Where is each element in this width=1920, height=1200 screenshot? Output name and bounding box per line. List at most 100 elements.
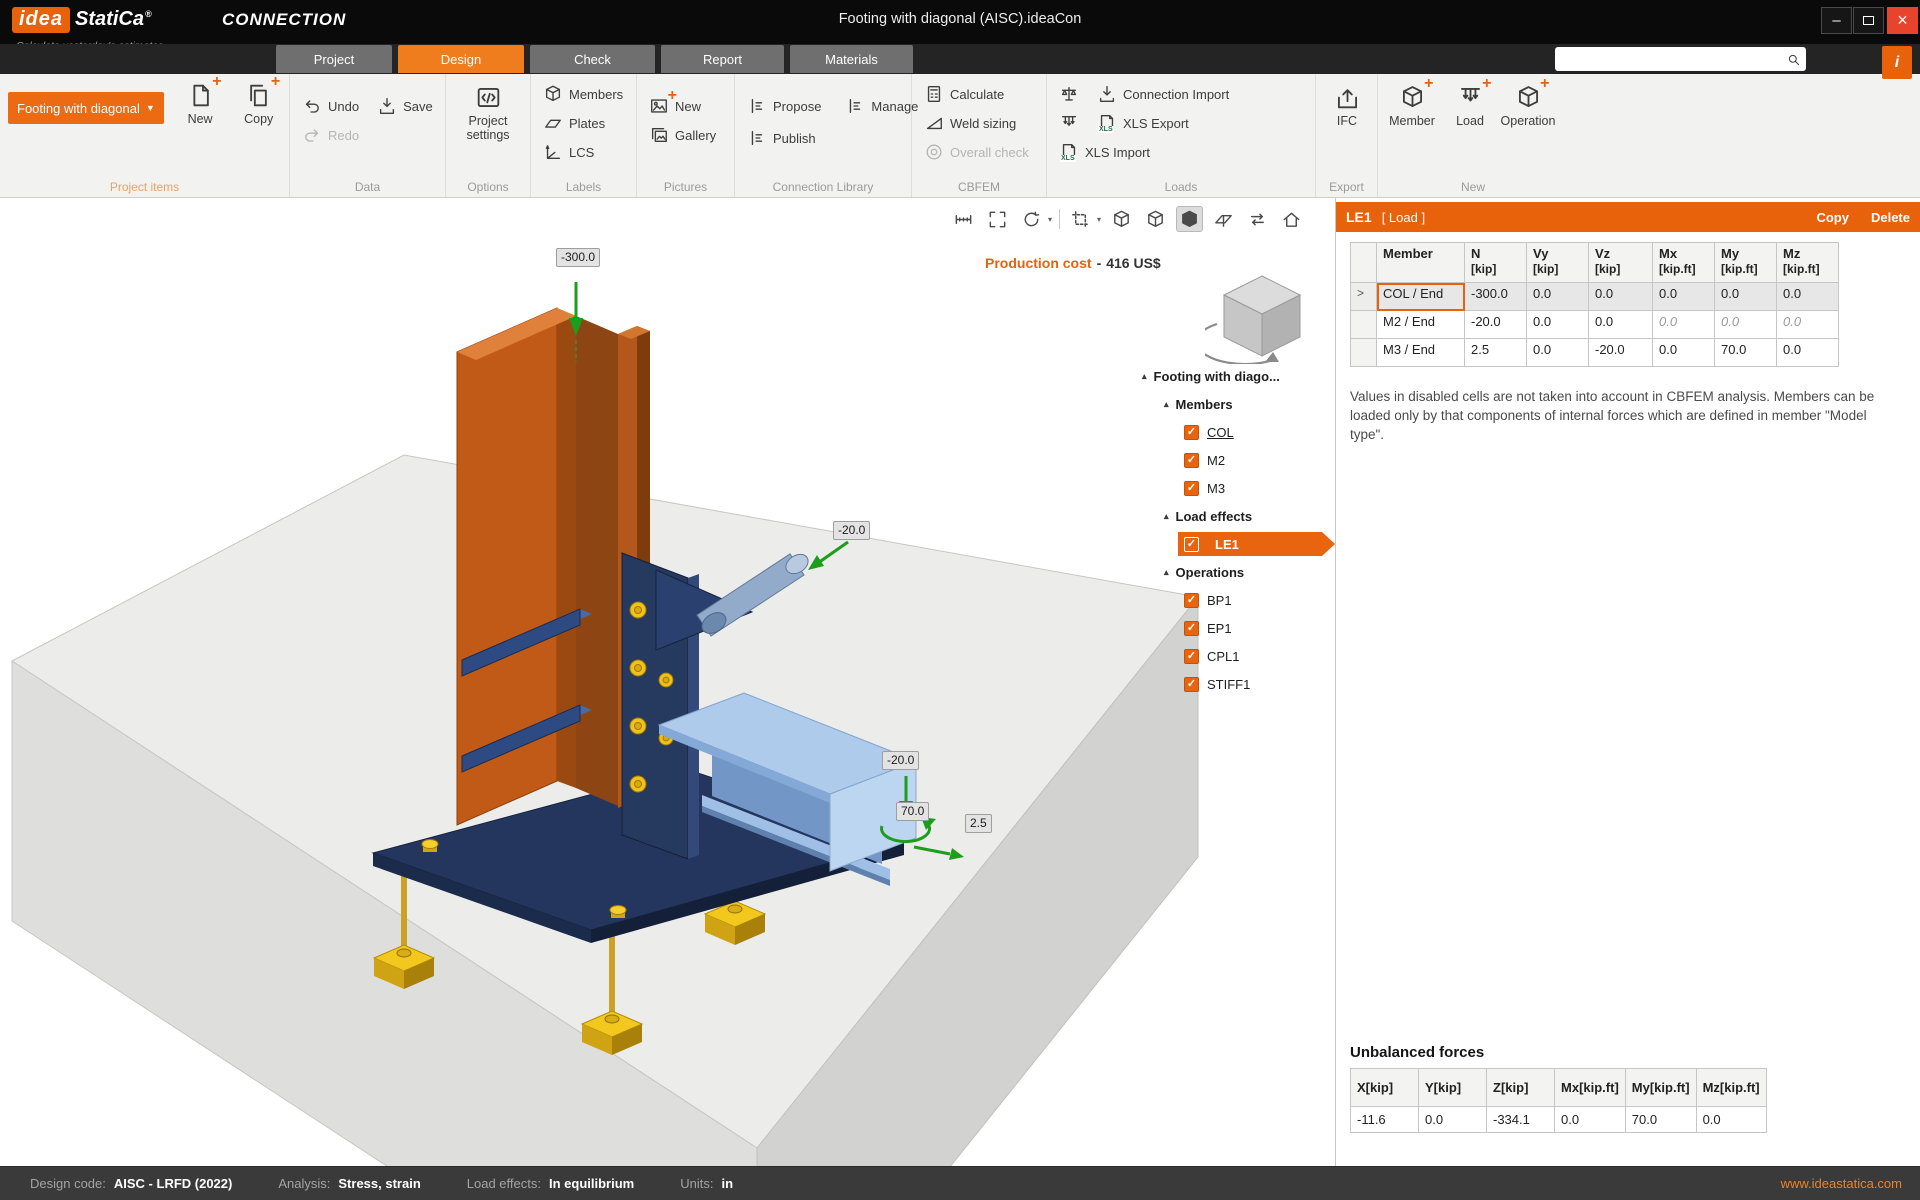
chevron-down-icon[interactable]: ▾ (1048, 215, 1052, 224)
swap-view-tool[interactable] (1244, 206, 1271, 232)
new-load-button[interactable]: + Load (1444, 84, 1496, 128)
xls-export-button[interactable]: XLS XLS Export (1093, 111, 1193, 135)
value-cell-vz[interactable]: 0.0 (1589, 311, 1653, 339)
calculate-button[interactable]: Calculate (920, 82, 1038, 106)
weld-sizing-button[interactable]: Weld sizing (920, 111, 1038, 135)
ifc-export-button[interactable]: IFC (1324, 84, 1370, 128)
new-project-item-button[interactable]: + New (178, 82, 223, 126)
tree-item-col[interactable]: ✓ COL (1136, 418, 1335, 446)
tree-section-load-effects[interactable]: ▴ Load effects (1136, 502, 1335, 530)
new-member-button[interactable]: + Member (1386, 84, 1438, 128)
labels-members-toggle[interactable]: Members (539, 82, 628, 106)
search-input[interactable] (1560, 51, 1786, 67)
measure-tool[interactable] (950, 206, 977, 232)
value-cell-mz[interactable]: 0.0 (1777, 283, 1839, 311)
value-cell-mx[interactable]: 0.0 (1653, 283, 1715, 311)
checkbox-checked[interactable]: ✓ (1184, 649, 1199, 664)
value-cell-mz[interactable]: 0.0 (1777, 339, 1839, 367)
minimize-button[interactable]: – (1821, 7, 1852, 34)
publish-button[interactable]: Publish (743, 126, 825, 150)
zoom-fit-tool[interactable] (984, 206, 1011, 232)
value-cell-n[interactable]: -300.0 (1465, 283, 1527, 311)
labels-lcs-toggle[interactable]: LCS (539, 140, 628, 164)
value-cell-n[interactable]: 2.5 (1465, 339, 1527, 367)
tree-root[interactable]: ▴ Footing with diago... (1136, 362, 1335, 390)
new-picture-button[interactable]: + New (645, 94, 726, 118)
redo-button[interactable]: Redo (298, 123, 363, 147)
tab-check[interactable]: Check (530, 45, 655, 73)
value-cell-my[interactable]: 0.0 (1715, 283, 1777, 311)
tab-project[interactable]: Project (276, 45, 392, 73)
value-cell-mx[interactable]: 0.0 (1653, 339, 1715, 367)
member-cell[interactable]: M3 / End (1377, 339, 1465, 367)
view-transparent-tool[interactable] (1142, 206, 1169, 232)
labels-plates-toggle[interactable]: Plates (539, 111, 628, 135)
value-cell-vz[interactable]: 0.0 (1589, 283, 1653, 311)
chevron-down-icon[interactable]: ▾ (1097, 215, 1101, 224)
project-item-selector[interactable]: Footing with diagonal ▼ (8, 92, 164, 124)
tree-item-cpl1[interactable]: ✓ CPL1 (1136, 642, 1335, 670)
row-selector[interactable]: > (1351, 283, 1377, 311)
checkbox-checked[interactable]: ✓ (1184, 453, 1199, 468)
checkbox-checked[interactable]: ✓ (1184, 481, 1199, 496)
gallery-button[interactable]: Gallery (645, 123, 726, 147)
delete-load-button[interactable]: Delete (1871, 210, 1910, 225)
home-view-tool[interactable] (1278, 206, 1305, 232)
maximize-button[interactable] (1853, 7, 1884, 34)
value-cell-my[interactable]: 70.0 (1715, 339, 1777, 367)
search-icon[interactable] (1786, 52, 1801, 67)
tree-section-members[interactable]: ▴ Members (1136, 390, 1335, 418)
tree-item-le1-highlight[interactable]: ✓ LE1 (1178, 532, 1335, 556)
row-selector[interactable] (1351, 339, 1377, 367)
propose-button[interactable]: Propose (743, 94, 825, 118)
close-button[interactable]: × (1887, 7, 1918, 34)
orbit-tool[interactable] (1018, 206, 1045, 232)
tab-materials[interactable]: Materials (790, 45, 913, 73)
checkbox-checked[interactable]: ✓ (1184, 593, 1199, 608)
overall-check-button[interactable]: Overall check (920, 140, 1038, 164)
new-operation-button[interactable]: + Operation (1502, 84, 1554, 128)
connection-import-button[interactable]: Connection Import (1093, 82, 1233, 106)
project-settings-button[interactable]: Project settings (462, 84, 514, 143)
tree-item-ep1[interactable]: ✓ EP1 (1136, 614, 1335, 642)
info-button[interactable]: i (1882, 46, 1912, 79)
value-cell-vy[interactable]: 0.0 (1527, 283, 1589, 311)
copy-load-button[interactable]: Copy (1816, 210, 1849, 225)
row-selector[interactable] (1351, 311, 1377, 339)
loads-position-button[interactable] (1055, 111, 1083, 135)
checkbox-checked[interactable]: ✓ (1184, 425, 1199, 440)
tree-expander-icon[interactable]: ▴ (1164, 399, 1169, 410)
scene-3d[interactable] (0, 198, 1335, 1166)
value-cell-vy[interactable]: 0.0 (1527, 339, 1589, 367)
tree-item-bp1[interactable]: ✓ BP1 (1136, 586, 1335, 614)
checkbox-checked[interactable]: ✓ (1184, 677, 1199, 692)
tree-section-operations[interactable]: ▴ Operations (1136, 558, 1335, 586)
tree-item-le1[interactable]: ✓ LE1 (1136, 530, 1335, 558)
undo-button[interactable]: Undo (298, 94, 363, 118)
manage-button[interactable]: Manage (841, 94, 922, 118)
view-wireframe-tool[interactable] (1108, 206, 1135, 232)
view-cube[interactable] (1205, 268, 1320, 364)
tree-item-stiff1[interactable]: ✓ STIFF1 (1136, 670, 1335, 698)
tree-expander-icon[interactable]: ▴ (1164, 567, 1169, 578)
section-tool[interactable] (1067, 206, 1094, 232)
member-cell[interactable]: COL / End (1377, 283, 1465, 311)
tree-item-m3[interactable]: ✓ M3 (1136, 474, 1335, 502)
value-cell-n[interactable]: -20.0 (1465, 311, 1527, 339)
view-solid-tool[interactable] (1176, 206, 1203, 232)
value-cell-vy[interactable]: 0.0 (1527, 311, 1589, 339)
tree-expander-icon[interactable]: ▴ (1142, 371, 1147, 382)
member-cell[interactable]: M2 / End (1377, 311, 1465, 339)
xls-import-button[interactable]: XLS XLS Import (1055, 140, 1154, 164)
tab-report[interactable]: Report (661, 45, 784, 73)
tree-expander-icon[interactable]: ▴ (1164, 511, 1169, 522)
tab-design[interactable]: Design (398, 45, 524, 73)
value-cell-vz[interactable]: -20.0 (1589, 339, 1653, 367)
loads-balance-button[interactable] (1055, 82, 1083, 106)
website-link[interactable]: www.ideastatica.com (1781, 1176, 1902, 1191)
tree-item-m2[interactable]: ✓ M2 (1136, 446, 1335, 474)
checkbox-checked[interactable]: ✓ (1184, 621, 1199, 636)
save-button[interactable]: Save (373, 94, 437, 118)
copy-project-item-button[interactable]: + Copy (236, 82, 281, 126)
checkbox-checked[interactable]: ✓ (1184, 537, 1199, 552)
